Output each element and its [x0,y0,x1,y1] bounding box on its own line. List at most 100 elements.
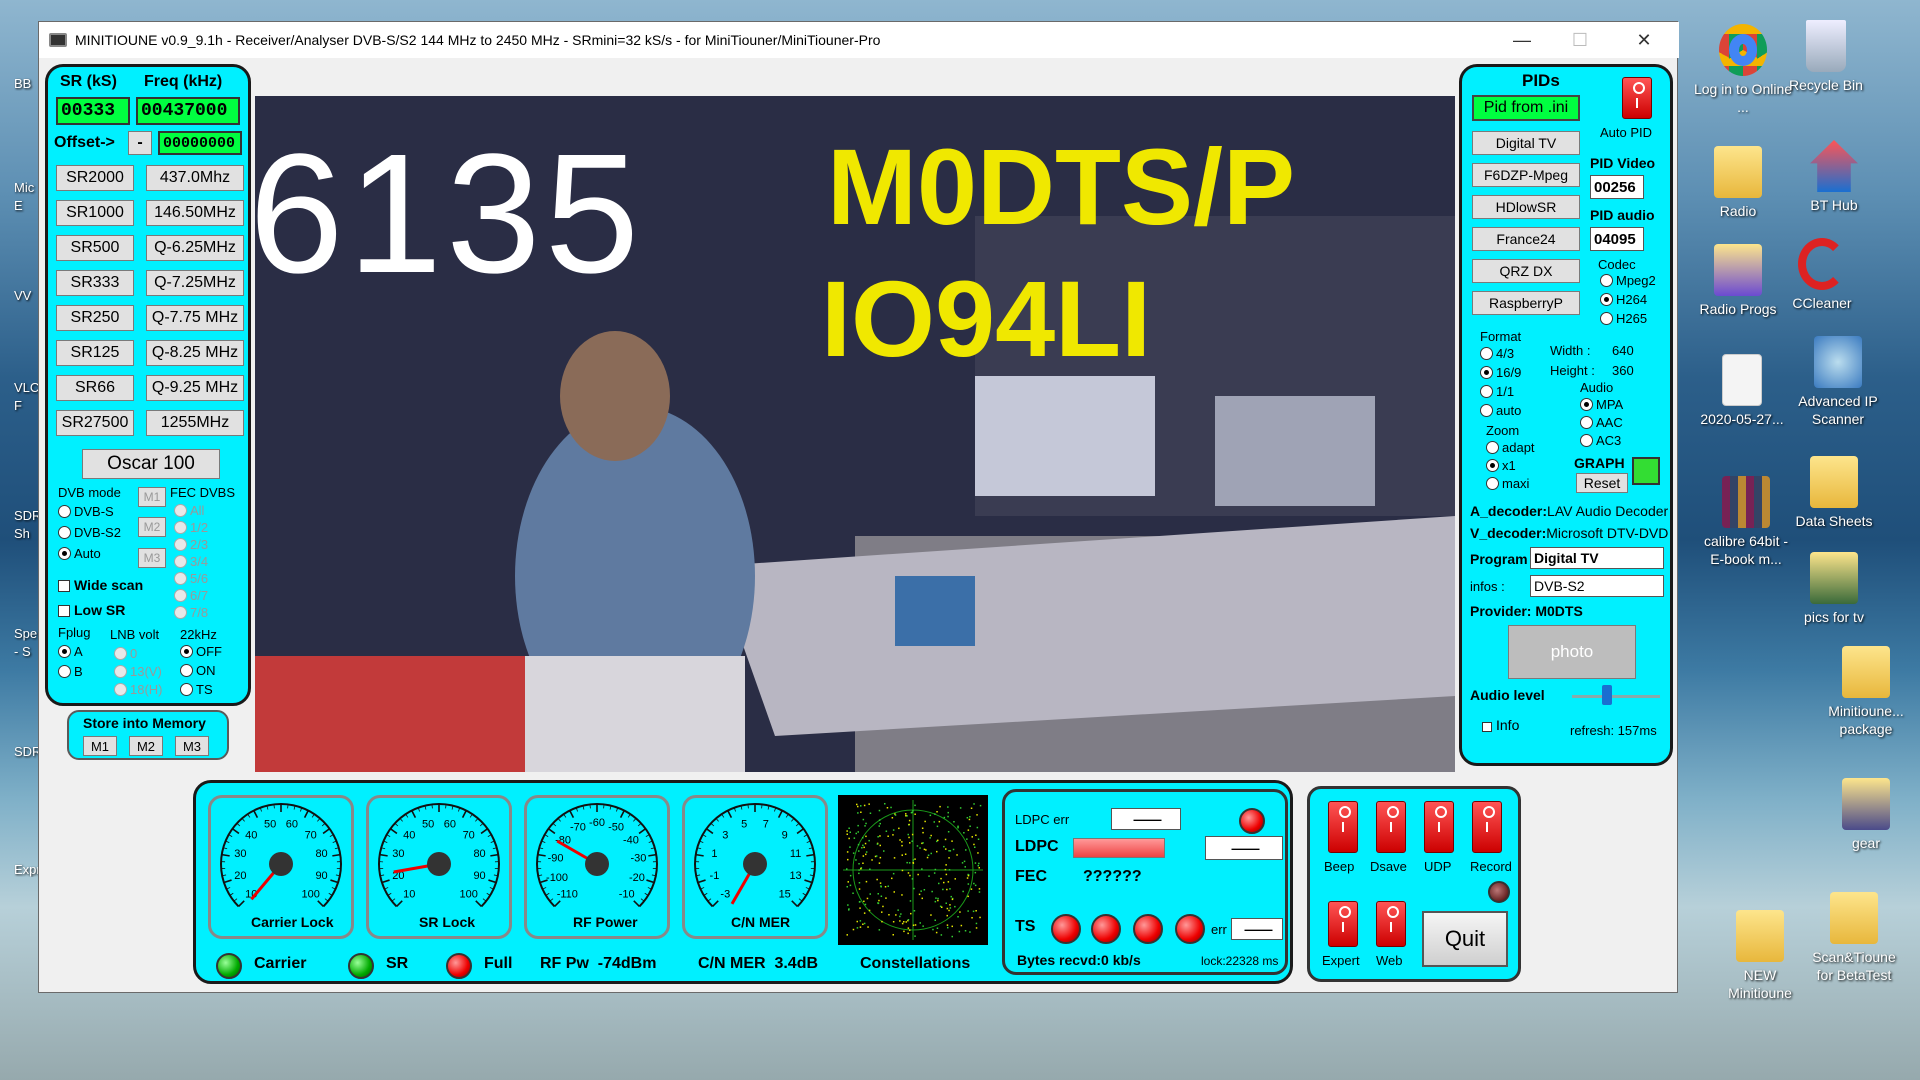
lnb-option-18h[interactable]: 18(H) [114,682,163,697]
format-auto[interactable]: auto [1480,403,1521,418]
pid-from-ini-button[interactable]: Pid from .ini [1472,95,1580,121]
graph-indicator[interactable] [1632,457,1660,485]
dvb-mode-dvbs[interactable]: DVB-S [58,504,114,519]
video-display[interactable]: 6135 M0DTS/P IO94LI [255,96,1455,772]
fec-option-3-4[interactable]: 3/4 [174,554,208,569]
lnb-option-13v[interactable]: 13(V) [114,664,162,679]
dsave-toggle[interactable] [1376,801,1406,853]
desktop-icon-bt-hub[interactable]: BT Hub [1784,140,1884,214]
freq-146-button[interactable]: 146.50MHz [146,200,244,226]
sr-value-field[interactable]: 00333 [56,97,130,125]
store-m1-button[interactable]: M1 [83,736,117,756]
preset-france24-button[interactable]: France24 [1472,227,1580,251]
22khz-option-on[interactable]: ON [180,663,216,678]
desktop-icon-radio[interactable]: Radio [1688,146,1788,220]
zoom-maxi[interactable]: maxi [1486,476,1529,491]
maximize-button[interactable]: ☐ [1551,22,1609,58]
graph-reset-button[interactable]: Reset [1576,473,1628,493]
sr-125-button[interactable]: SR125 [56,340,134,366]
quit-button[interactable]: Quit [1422,911,1508,967]
sr-1000-button[interactable]: SR1000 [56,200,134,226]
22khz-option-off[interactable]: OFF [180,644,222,659]
sr-27500-button[interactable]: SR27500 [56,410,134,436]
fec-option-2-3[interactable]: 2/3 [174,537,208,552]
udp-toggle[interactable] [1424,801,1454,853]
desktop-icon-calibre[interactable]: calibre 64bit - E-book m... [1696,476,1796,568]
sr-250-button[interactable]: SR250 [56,305,134,331]
fec-option-7-8[interactable]: 7/8 [174,605,208,620]
fec-option-6-7[interactable]: 6/7 [174,588,208,603]
preset-hdlowsr-button[interactable]: HDlowSR [1472,195,1580,219]
auto-pid-toggle[interactable] [1622,77,1652,119]
dvb-mode-dvbs2[interactable]: DVB-S2 [58,525,121,540]
lnb-option-0[interactable]: 0 [114,646,137,661]
offset-value-field[interactable]: 00000000 [158,131,242,155]
oscar-100-button[interactable]: Oscar 100 [82,449,220,479]
expert-toggle[interactable] [1328,901,1358,947]
sr-500-button[interactable]: SR500 [56,235,134,261]
dvb-m2-button[interactable]: M2 [138,517,166,537]
22khz-option-ts[interactable]: TS [180,682,213,697]
web-toggle[interactable] [1376,901,1406,947]
desktop-icon-recycle-bin[interactable]: Recycle Bin [1776,20,1876,94]
dvb-m3-button[interactable]: M3 [138,548,166,568]
audio-aac[interactable]: AAC [1580,415,1623,430]
minimize-button[interactable]: — [1493,22,1551,58]
audio-mpa[interactable]: MPA [1580,397,1623,412]
info-checkbox[interactable]: Info [1482,717,1519,733]
audio-level-slider[interactable] [1602,685,1613,705]
zoom-adapt[interactable]: adapt [1486,440,1535,455]
audio-ac3[interactable]: AC3 [1580,433,1621,448]
format-1-1[interactable]: 1/1 [1480,384,1514,399]
beep-toggle[interactable] [1328,801,1358,853]
wide-scan-checkbox[interactable]: Wide scan [58,577,143,593]
sr-66-button[interactable]: SR66 [56,375,134,401]
fec-option-5-6[interactable]: 5/6 [174,571,208,586]
format-4-3[interactable]: 4/3 [1480,346,1514,361]
fplug-option-b[interactable]: B [58,664,83,679]
desktop-icon-minitioune-package[interactable]: Minitioune... package [1816,646,1916,738]
store-m2-button[interactable]: M2 [129,736,163,756]
desktop-icon-ccleaner[interactable]: CCleaner [1772,238,1872,312]
freq-value-field[interactable]: 00437000 [136,97,240,125]
preset-f6dzp-button[interactable]: F6DZP-Mpeg [1472,163,1580,187]
format-16-9[interactable]: 16/9 [1480,365,1521,380]
close-button[interactable]: ✕ [1609,22,1679,58]
desktop-icon-data-sheets[interactable]: Data Sheets [1784,456,1884,530]
desktop-icon-advanced-ip-scanner[interactable]: Advanced IP Scanner [1788,336,1888,428]
desktop-icon-gear[interactable]: gear [1816,778,1916,852]
fec-option-all[interactable]: All [174,503,204,518]
freq-q775-button[interactable]: Q-7.75 MHz [146,305,244,331]
zoom-x1[interactable]: x1 [1486,458,1516,473]
program-field[interactable]: Digital TV [1530,547,1664,569]
preset-raspberryp-button[interactable]: RaspberryP [1472,291,1580,315]
fec-option-1-2[interactable]: 1/2 [174,520,208,535]
desktop-icon-file-2020[interactable]: 2020-05-27... [1692,354,1792,428]
freq-1255-button[interactable]: 1255MHz [146,410,244,436]
desktop-icon-scan-tioune[interactable]: Scan&Tioune for BetaTest [1804,892,1904,984]
store-m3-button[interactable]: M3 [175,736,209,756]
freq-q725-button[interactable]: Q-7.25MHz [146,270,244,296]
desktop-icon-new-minitioune[interactable]: NEW Minitioune [1710,910,1810,1002]
codec-h265[interactable]: H265 [1600,311,1647,326]
preset-digital-tv-button[interactable]: Digital TV [1472,131,1580,155]
low-sr-checkbox[interactable]: Low SR [58,602,125,618]
preset-qrz-dx-button[interactable]: QRZ DX [1472,259,1580,283]
freq-437-button[interactable]: 437.0Mhz [146,165,244,191]
codec-h264[interactable]: H264 [1600,292,1647,307]
freq-q925-button[interactable]: Q-9.25 MHz [146,375,244,401]
pid-audio-field[interactable]: 04095 [1590,227,1644,251]
infos-field[interactable]: DVB-S2 [1530,575,1664,597]
sr-333-button[interactable]: SR333 [56,270,134,296]
desktop-icon-pics-for-tv[interactable]: pics for tv [1784,552,1884,626]
codec-mpeg2[interactable]: Mpeg2 [1600,273,1656,288]
pid-video-field[interactable]: 00256 [1590,175,1644,199]
title-bar[interactable]: MINITIOUNE v0.9_9.1h - Receiver/Analyser… [39,22,1679,58]
freq-q625-button[interactable]: Q-6.25MHz [146,235,244,261]
fplug-option-a[interactable]: A [58,644,83,659]
dvb-mode-auto[interactable]: Auto [58,546,101,561]
photo-button[interactable]: photo [1508,625,1636,679]
freq-q825-button[interactable]: Q-8.25 MHz [146,340,244,366]
offset-sign-button[interactable]: - [128,131,152,155]
sr-2000-button[interactable]: SR2000 [56,165,134,191]
